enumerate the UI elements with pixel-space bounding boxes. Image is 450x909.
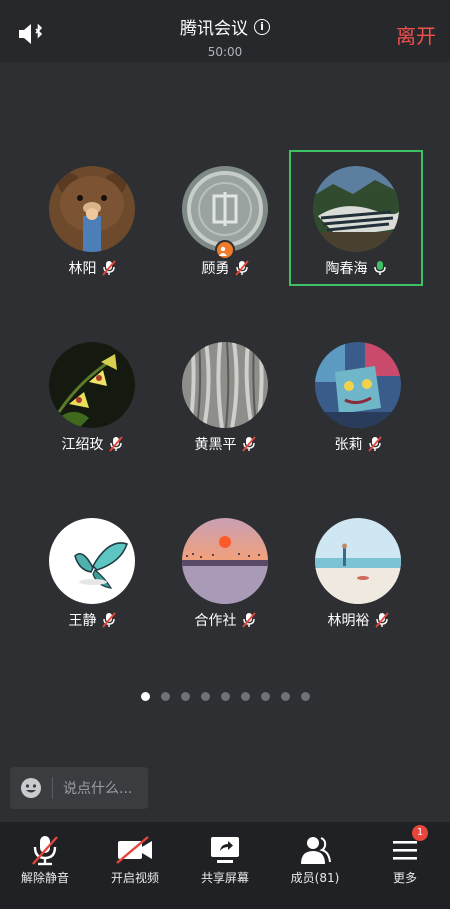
participant-name-row: 张莉 <box>291 434 425 454</box>
meeting-title: 腾讯会议 <box>180 19 248 39</box>
participant-tile[interactable]: 林阳 <box>25 150 159 286</box>
share-screen-button[interactable]: 共享屏幕 <box>180 822 270 909</box>
page-dot[interactable] <box>180 692 190 701</box>
meeting-timer: 50:00 <box>207 45 243 59</box>
brown-bear-avatar[interactable] <box>49 166 135 252</box>
participant-name: 陶春海 <box>325 261 368 277</box>
participant-tile[interactable]: 合作社 <box>158 502 292 638</box>
chat-divider <box>52 777 53 799</box>
beach-avatar[interactable] <box>315 518 401 604</box>
participant-name-row: 江绍玫 <box>25 434 159 454</box>
mic-speaking-icon <box>373 260 387 276</box>
participant-tile-active-speaker[interactable]: 陶春海 <box>289 150 423 286</box>
page-dot[interactable] <box>300 692 310 701</box>
participant-name-row: 顾勇 <box>158 258 292 278</box>
participant-name-row: 林阳 <box>25 258 159 278</box>
meeting-title-row[interactable]: 腾讯会议 i <box>180 14 270 39</box>
tool-label: 共享屏幕 <box>200 871 249 885</box>
painting-avatar[interactable] <box>315 342 401 428</box>
page-dot-active[interactable] <box>140 692 150 701</box>
participant-name-row: 合作社 <box>158 610 292 630</box>
participant-name-row: 王静 <box>25 610 159 630</box>
butterfly-avatar[interactable] <box>49 518 135 604</box>
tool-label: 开启视频 <box>110 871 159 885</box>
participant-name: 张莉 <box>334 437 363 453</box>
page-dot[interactable] <box>280 692 290 701</box>
members-icon <box>295 834 335 866</box>
participant-name: 王静 <box>68 613 97 629</box>
participant-name: 江绍玫 <box>61 437 104 453</box>
leave-button[interactable]: 离开 <box>396 20 436 49</box>
sunset-avatar[interactable] <box>182 518 268 604</box>
tool-label: 更多 <box>392 871 417 885</box>
page-dot[interactable] <box>200 692 210 701</box>
mic-off-icon <box>25 834 65 866</box>
emoji-icon[interactable] <box>20 777 42 799</box>
mic-muted-icon <box>374 612 389 628</box>
participant-name-row: 黄黑平 <box>158 434 292 454</box>
top-bar: 腾讯会议 i 50:00 离开 <box>0 0 450 62</box>
start-video-button[interactable]: 开启视频 <box>90 822 180 909</box>
chat-placeholder: 说点什么... <box>63 781 133 797</box>
share-screen-icon <box>205 834 245 866</box>
orchid-avatar[interactable] <box>49 342 135 428</box>
participant-name: 林阳 <box>68 261 97 277</box>
tool-label: 解除静音 <box>20 871 69 885</box>
page-dot[interactable] <box>260 692 270 701</box>
participant-name: 合作社 <box>194 613 237 629</box>
landscape-avatar[interactable] <box>313 166 399 252</box>
mic-muted-icon <box>367 436 382 452</box>
participant-tile[interactable]: 江绍玫 <box>25 326 159 462</box>
page-dot[interactable] <box>220 692 230 701</box>
participant-name: 林明裕 <box>327 613 370 629</box>
notification-badge: 1 <box>412 825 428 841</box>
more-button[interactable]: 1 更多 <box>360 822 450 909</box>
mic-muted-icon <box>108 436 123 452</box>
participant-tile[interactable]: 张莉 <box>291 326 425 462</box>
bottom-toolbar: 解除静音 开启视频 共享屏幕 成员(81) 1 更多 <box>0 822 450 909</box>
tree-trunks-avatar[interactable] <box>182 342 268 428</box>
mic-muted-icon <box>234 260 249 276</box>
tool-label: 成员(81) <box>290 871 340 885</box>
participant-name: 顾勇 <box>201 261 230 277</box>
participant-tile[interactable]: 林明裕 <box>291 502 425 638</box>
mic-muted-icon <box>241 612 256 628</box>
host-badge-icon <box>215 240 235 260</box>
page-indicator <box>0 692 450 701</box>
participant-tile[interactable]: 黄黑平 <box>158 326 292 462</box>
page-dot[interactable] <box>160 692 170 701</box>
mic-muted-icon <box>101 612 116 628</box>
camera-off-icon <box>115 834 155 866</box>
members-button[interactable]: 成员(81) <box>270 822 360 909</box>
participant-tile[interactable]: 王静 <box>25 502 159 638</box>
chat-input[interactable]: 说点什么... <box>10 767 148 809</box>
mic-muted-icon <box>101 260 116 276</box>
participant-tile[interactable]: 顾勇 <box>158 150 292 286</box>
participant-name-row: 林明裕 <box>291 610 425 630</box>
unmute-button[interactable]: 解除静音 <box>0 822 90 909</box>
participant-name-row: 陶春海 <box>291 258 421 278</box>
info-icon[interactable]: i <box>254 18 270 35</box>
participant-name: 黄黑平 <box>194 437 237 453</box>
mic-muted-icon <box>241 436 256 452</box>
title-area: 腾讯会议 i 50:00 <box>0 14 450 59</box>
page-dot[interactable] <box>240 692 250 701</box>
